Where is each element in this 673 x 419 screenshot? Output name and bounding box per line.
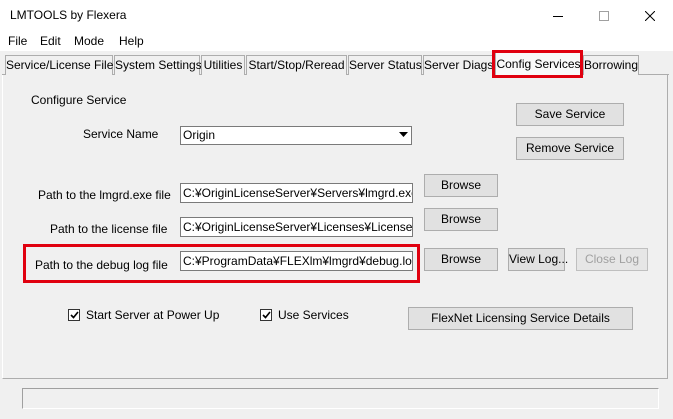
tab-borrowing[interactable]: Borrowing [583,55,639,75]
tab-utilities[interactable]: Utilities [201,55,245,75]
tab-server-status[interactable]: Server Status [348,55,422,75]
use-services-label: Use Services [278,308,349,322]
tab-server-diags[interactable]: Server Diags [423,55,494,75]
lmgrd-path-input[interactable]: C:¥OriginLicenseServer¥Servers¥lmgrd.exe [180,183,413,203]
maximize-button[interactable] [581,0,627,31]
tab-start-stop-reread[interactable]: Start/Stop/Reread [246,55,347,75]
menu-file[interactable]: File [8,34,27,48]
license-path-input[interactable]: C:¥OriginLicenseServer¥Licenses¥License.… [180,217,413,237]
window-title: LMTOOLS by Flexera [10,8,127,22]
tab-system-settings[interactable]: System Settings [114,55,202,75]
service-name-label: Service Name [83,127,159,141]
service-name-dropdown[interactable]: Origin [180,126,412,145]
status-bar [22,388,659,409]
minimize-button[interactable] [535,0,581,31]
use-services-checkbox[interactable] [260,309,272,321]
lmgrd-path-label: Path to the lmgrd.exe file [38,188,171,202]
checkmark-icon [261,311,271,319]
remove-service-button[interactable]: Remove Service [516,137,624,160]
start-at-power-up-checkbox[interactable] [68,309,80,321]
service-name-value: Origin [183,128,216,142]
save-service-button[interactable]: Save Service [516,103,624,126]
chevron-down-icon [399,132,408,137]
close-button[interactable] [627,0,673,31]
tab-service-license-file[interactable]: Service/License File [5,55,113,75]
flexnet-details-button[interactable]: FlexNet Licensing Service Details [408,307,633,330]
debug-log-path-input[interactable]: C:¥ProgramData¥FLEXlm¥lmgrd¥debug.log [180,251,413,271]
configure-service-heading: Configure Service [31,93,127,107]
lmgrd-browse-button[interactable]: Browse [424,174,498,197]
config-services-tab-highlight [492,50,583,78]
menu-edit[interactable]: Edit [40,34,61,48]
menu-mode[interactable]: Mode [74,34,104,48]
minimize-icon [553,15,563,17]
view-log-button[interactable]: View Log... [508,248,568,271]
maximize-icon [599,10,609,21]
checkmark-icon [69,311,79,319]
debug-log-path-label: Path to the debug log file [35,258,168,272]
license-browse-button[interactable]: Browse [424,208,498,231]
close-log-button[interactable]: Close Log [576,248,648,271]
license-path-label: Path to the license file [50,222,168,236]
start-at-power-up-label: Start Server at Power Up [86,308,220,322]
debug-log-browse-button[interactable]: Browse [424,248,498,271]
menu-help[interactable]: Help [119,34,144,48]
close-icon [645,10,655,21]
